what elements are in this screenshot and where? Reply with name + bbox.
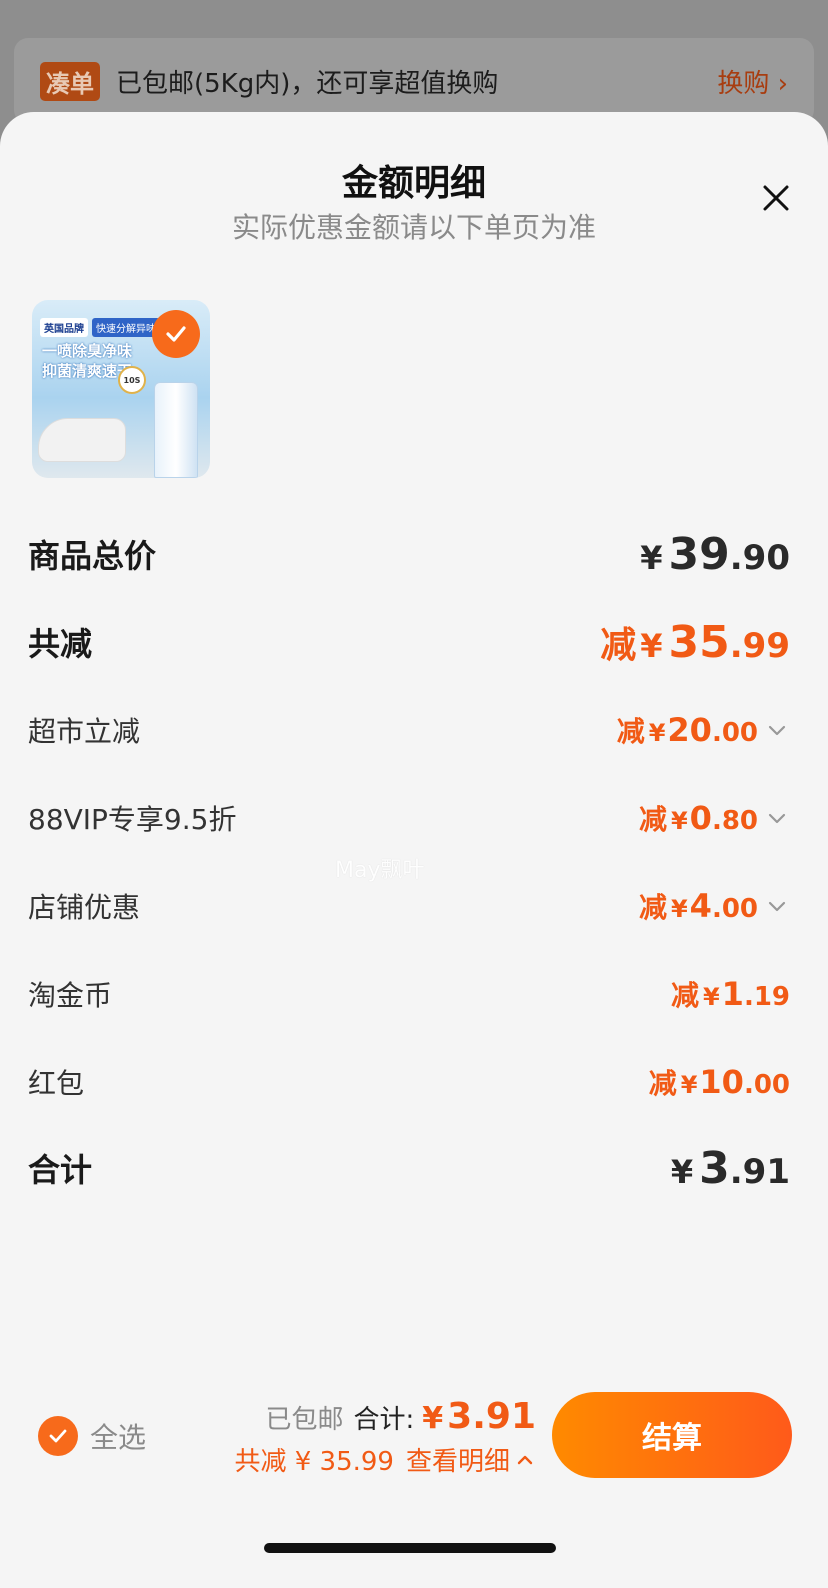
discount-prefix: 减 xyxy=(648,1067,677,1100)
select-all-checkbox[interactable]: 全选 xyxy=(38,1416,146,1456)
order-summary: 已包邮 合计: ¥ 3.91 共减 ¥ 35.99 查看明细 xyxy=(234,1396,536,1478)
price-row-label: 共减 xyxy=(28,625,93,663)
amount-yen: ¥ xyxy=(640,538,663,577)
amount-dec: .19 xyxy=(743,982,790,1012)
price-row: 红包 减 ¥10.00 xyxy=(28,1052,790,1112)
shoe-image xyxy=(38,418,126,462)
exchange-link: 换购 › xyxy=(717,68,788,99)
price-row-amount: 减 ¥4.00 xyxy=(639,886,790,926)
product-badge: 10S xyxy=(118,366,146,394)
product-slogan-1: 一喷除臭净味 xyxy=(42,342,133,360)
amount-int: 4 xyxy=(689,887,712,925)
amount-int: 1 xyxy=(721,975,744,1013)
price-row-label: 88VIP专享9.5折 xyxy=(28,803,237,836)
price-row[interactable]: 超市立减 减 ¥20.00 xyxy=(28,700,790,760)
bundle-tag: 凑单 xyxy=(40,61,100,101)
spray-can-image xyxy=(154,382,198,478)
amount-yen: ¥ xyxy=(702,983,720,1011)
discount-prefix: 减 xyxy=(638,891,667,924)
discount-prefix: 减 xyxy=(616,715,645,748)
price-row-amount: 减 ¥35.99 xyxy=(600,616,790,668)
price-row-amount: 减 ¥10.00 xyxy=(649,1062,790,1102)
bundle-text: 已包邮(5Kg内)，还可享超值换购 xyxy=(116,68,499,99)
amount-yen: ¥ xyxy=(640,627,663,665)
checkout-button[interactable]: 结算 xyxy=(552,1392,792,1478)
amount-yen: ¥ xyxy=(670,1152,694,1191)
amount-dec: .90 xyxy=(729,537,790,578)
product-select-checkbox[interactable] xyxy=(152,310,200,358)
chevron-up-icon xyxy=(517,1455,533,1464)
amount-int: 0 xyxy=(689,799,712,837)
price-row-amount: ¥39.90 xyxy=(640,529,790,580)
amount-yen: ¥ xyxy=(670,895,688,923)
select-all-label: 全选 xyxy=(90,1421,147,1454)
product-brand-tag: 英国品牌 xyxy=(40,318,88,337)
amount-yen: ¥ xyxy=(670,807,688,835)
price-row: 淘金币 减 ¥1.19 xyxy=(28,964,790,1024)
sheet-title: 金额明细 xyxy=(341,163,486,204)
discount-prefix: 减 xyxy=(600,625,637,666)
amount-int: 10 xyxy=(699,1063,744,1101)
total-currency: ¥ xyxy=(422,1401,444,1436)
select-all-check-icon xyxy=(38,1416,78,1456)
amount-dec: .91 xyxy=(729,1151,790,1192)
amount-int: 35 xyxy=(668,617,730,668)
amount-dec: .80 xyxy=(711,806,758,836)
home-indicator xyxy=(264,1543,556,1553)
price-row[interactable]: 店铺优惠 减 ¥4.00 xyxy=(28,876,790,936)
price-detail-sheet: 金额明细 实际优惠金额请以下单页为准 英国品牌 快速分解异味 一喷除臭净味 抑菌… xyxy=(0,112,828,1588)
price-row-label: 超市立减 xyxy=(28,715,141,748)
amount-dec: .99 xyxy=(729,626,790,666)
amount-dec: .00 xyxy=(711,718,758,748)
amount-yen: ¥ xyxy=(680,1071,698,1099)
view-detail-link: 查看明细 xyxy=(405,1447,510,1477)
price-row-label: 店铺优惠 xyxy=(28,891,141,924)
amount-int: 3 xyxy=(699,1142,730,1194)
price-row-amount: ¥3.91 xyxy=(671,1143,790,1194)
price-row: 商品总价 ¥39.90 xyxy=(28,524,790,584)
price-row: 合计 ¥3.91 xyxy=(28,1138,790,1198)
sheet-subtitle: 实际优惠金额请以下单页为准 xyxy=(231,211,596,244)
total-label: 合计: xyxy=(353,1405,415,1435)
product-thumbnail[interactable]: 英国品牌 快速分解异味 一喷除臭净味 抑菌清爽速干 10S xyxy=(32,300,210,478)
amount-int: 20 xyxy=(667,711,712,749)
discount-summary: 共减 ¥ 35.99 xyxy=(234,1447,394,1477)
amount-dec: .00 xyxy=(743,1070,790,1100)
view-detail-toggle[interactable]: 共减 ¥ 35.99 查看明细 xyxy=(234,1441,536,1478)
watermark: May飘叶 xyxy=(335,858,425,883)
chevron-down-icon xyxy=(766,894,790,918)
price-row-label: 商品总价 xyxy=(28,537,157,575)
product-feature-tag: 快速分解异味 xyxy=(92,318,160,337)
chevron-down-icon xyxy=(766,806,790,830)
price-row-label: 淘金币 xyxy=(28,979,113,1012)
price-row-label: 合计 xyxy=(28,1151,93,1189)
price-row-amount: 减 ¥0.80 xyxy=(639,798,790,838)
chevron-down-icon xyxy=(766,718,790,742)
close-button[interactable] xyxy=(754,176,798,220)
price-row-amount: 减 ¥20.00 xyxy=(617,710,790,750)
amount-dec: .00 xyxy=(711,894,758,924)
discount-prefix: 减 xyxy=(670,979,699,1012)
price-row[interactable]: 88VIP专享9.5折 减 ¥0.80 xyxy=(28,788,790,848)
amount-yen: ¥ xyxy=(648,719,666,747)
price-row-label: 红包 xyxy=(28,1067,85,1100)
check-icon xyxy=(166,326,186,342)
price-row-amount: 减 ¥1.19 xyxy=(671,974,790,1014)
close-icon xyxy=(763,185,789,211)
shipping-status: 已包邮 xyxy=(265,1405,344,1435)
total-amount: 3.91 xyxy=(447,1396,536,1437)
price-row: 共减 减 ¥35.99 xyxy=(28,612,790,672)
amount-int: 39 xyxy=(668,528,730,580)
discount-prefix: 减 xyxy=(638,803,667,836)
